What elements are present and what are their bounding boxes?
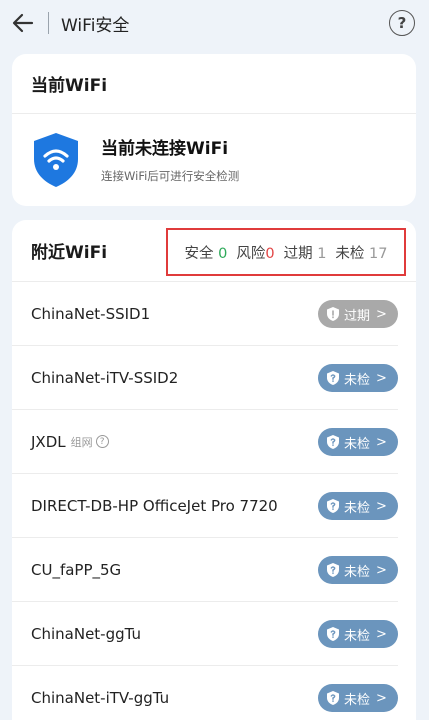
unchecked-count: 17: [369, 245, 388, 262]
wifi-list: ChinaNet-SSID1 过期 > ChinaNet-iTV-SSID2 未…: [12, 282, 416, 720]
status-badge-unchecked[interactable]: 未检 >: [318, 428, 398, 456]
chevron-right-icon: >: [376, 562, 387, 578]
wifi-item[interactable]: CU_faPP_5G 未检 >: [12, 538, 398, 602]
wifi-item[interactable]: ChinaNet-SSID1 过期 >: [12, 282, 398, 346]
nearby-wifi-header: 附近WiFi 安全 0 风险0 过期 1 未检 17: [12, 220, 416, 282]
status-badge-unchecked[interactable]: 未检 >: [318, 492, 398, 520]
status-badge-unchecked[interactable]: 未检 >: [318, 684, 398, 712]
chevron-right-icon: >: [376, 690, 387, 706]
status-subtitle: 连接WiFi后可进行安全检测: [101, 169, 240, 183]
mesh-tag: 组网: [70, 435, 93, 449]
shield-question-icon: [327, 563, 339, 577]
top-bar: WiFi安全 ?: [0, 0, 429, 46]
chevron-right-icon: >: [376, 498, 387, 514]
chevron-right-icon: >: [376, 306, 387, 322]
status-badge-unchecked[interactable]: 未检 >: [318, 364, 398, 392]
wifi-item[interactable]: ChinaNet-iTV-SSID2 未检 >: [12, 346, 398, 410]
title-divider: [48, 12, 49, 34]
current-wifi-title: 当前WiFi: [12, 54, 416, 114]
wifi-name: DIRECT-DB-HP OfficeJet Pro 7720: [31, 496, 278, 515]
chevron-right-icon: >: [376, 626, 387, 642]
shield-question-icon: [327, 627, 339, 641]
chevron-right-icon: >: [376, 370, 387, 386]
help-button[interactable]: ?: [389, 10, 415, 36]
status-label: 未检: [344, 372, 371, 388]
wifi-name: ChinaNet-iTV-SSID2: [31, 368, 179, 387]
summary-expired: 过期 1: [283, 245, 327, 262]
status-title: 当前未连接WiFi: [101, 139, 229, 159]
shield-question-icon: [327, 435, 339, 449]
wifi-name: ChinaNet-SSID1: [31, 304, 151, 323]
risk-count: 0: [265, 245, 275, 262]
status-label: 未检: [344, 628, 371, 644]
status-badge-unchecked[interactable]: 未检 >: [318, 556, 398, 584]
security-summary: 安全 0 风险0 过期 1 未检 17: [166, 228, 406, 276]
question-circle-icon[interactable]: ?: [95, 435, 109, 448]
wifi-item[interactable]: ChinaNet-iTV-ggTu 未检 >: [12, 666, 398, 720]
wifi-item[interactable]: ChinaNet-ggTu 未检 >: [12, 602, 398, 666]
status-label: 未检: [344, 564, 371, 580]
status-badge-unchecked[interactable]: 未检 >: [318, 620, 398, 648]
wifi-item[interactable]: JXDL 组网 ? 未检 >: [12, 410, 398, 474]
status-label: 过期: [344, 308, 371, 324]
shield-check-icon: [327, 307, 339, 321]
status-badge-expired[interactable]: 过期 >: [318, 300, 398, 328]
chevron-right-icon: >: [376, 434, 387, 450]
connection-status: 当前未连接WiFi 连接WiFi后可进行安全检测: [12, 114, 416, 204]
status-label: 未检: [344, 500, 371, 516]
wifi-name: CU_faPP_5G: [31, 560, 122, 579]
back-button[interactable]: [10, 10, 36, 36]
question-icon: ?: [397, 14, 407, 32]
nearby-wifi-title: 附近WiFi: [31, 243, 108, 263]
wifi-name: ChinaNet-ggTu: [31, 624, 142, 643]
shield-question-icon: [327, 499, 339, 513]
wifi-shield-icon: [34, 133, 78, 187]
arrow-left-icon: [12, 13, 34, 33]
nearby-wifi-card: 附近WiFi 安全 0 风险0 过期 1 未检 17 ChinaNet-SSID…: [12, 220, 416, 720]
page-title: WiFi安全: [61, 15, 130, 36]
wifi-name: JXDL: [31, 432, 66, 451]
expired-count: 1: [317, 245, 327, 262]
shield-question-icon: [327, 371, 339, 385]
shield-question-icon: [327, 691, 339, 705]
current-wifi-card: 当前WiFi 当前未连接WiFi 连接WiFi后可进行安全检测: [12, 54, 416, 206]
safe-count: 0: [218, 245, 228, 262]
summary-safe: 安全 0: [184, 245, 228, 262]
status-label: 未检: [344, 436, 371, 452]
wifi-name: ChinaNet-iTV-ggTu: [31, 688, 170, 707]
status-label: 未检: [344, 692, 371, 708]
wifi-item[interactable]: DIRECT-DB-HP OfficeJet Pro 7720 未检 >: [12, 474, 398, 538]
summary-risk: 风险0: [236, 245, 275, 262]
summary-unchecked: 未检 17: [335, 245, 388, 262]
